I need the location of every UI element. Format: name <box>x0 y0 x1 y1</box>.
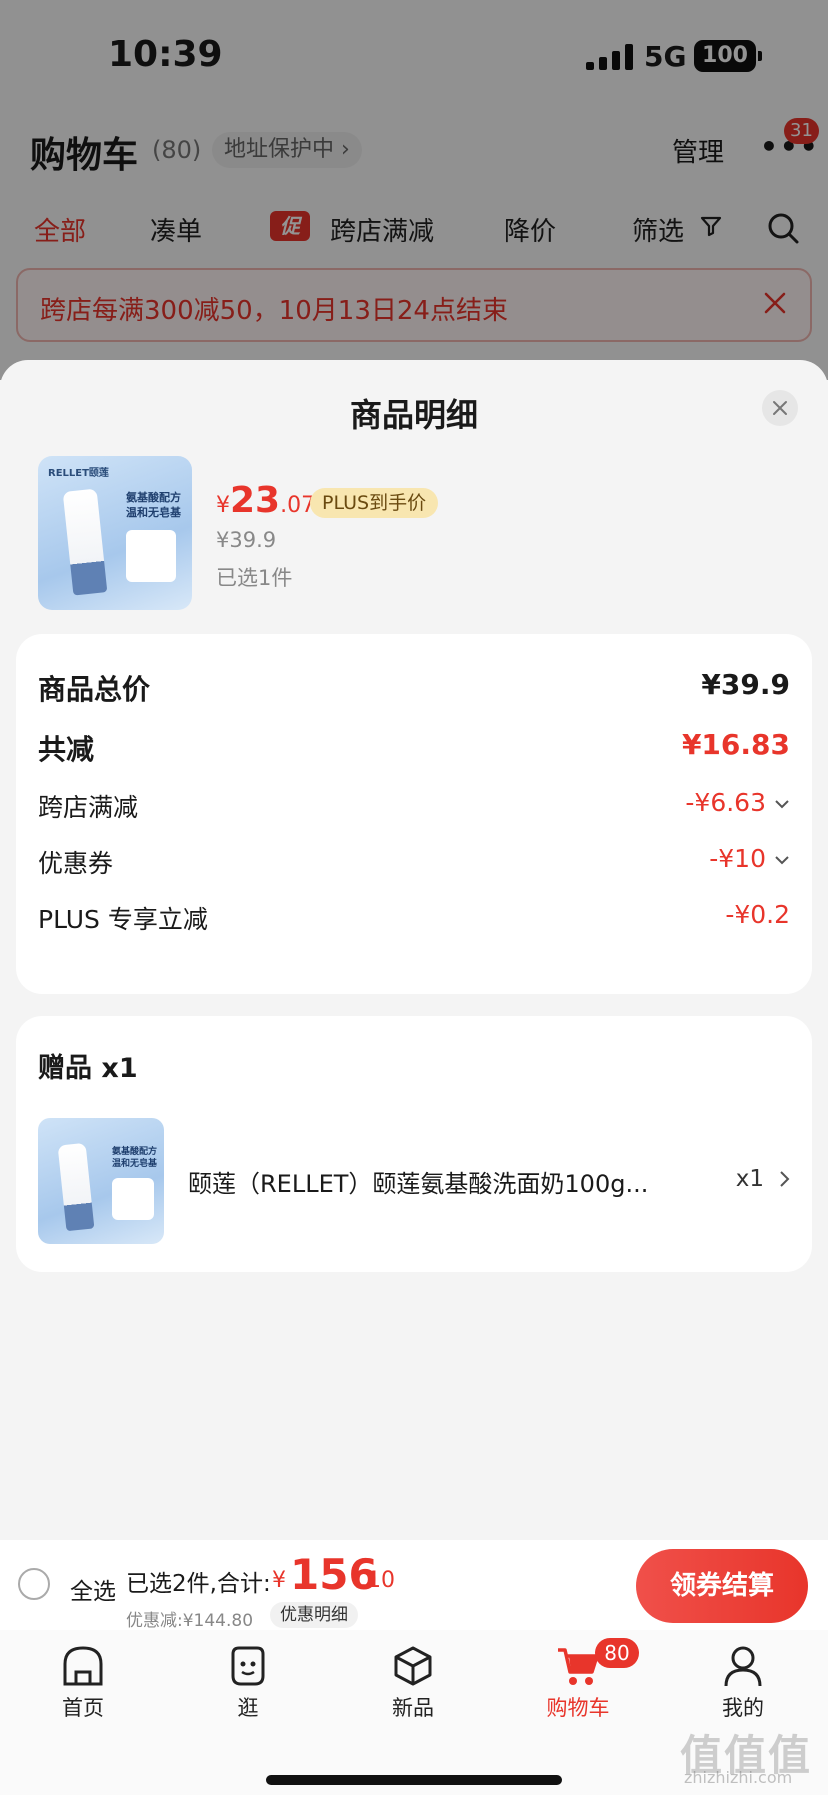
selected-count: 已选1件 <box>216 566 293 590</box>
summary-label: 跨店满减 <box>38 793 139 822</box>
chevron-down-icon <box>775 800 789 809</box>
summary-row-plus: PLUS 专享立减 -¥0.2 <box>38 896 790 936</box>
chevron-down-icon <box>775 856 789 865</box>
tab-label: 首页 <box>62 1696 104 1720</box>
tab-home[interactable]: 首页 <box>28 1644 138 1722</box>
total-symbol: ¥ <box>272 1568 286 1593</box>
product-tube-graphic <box>62 488 108 596</box>
home-icon <box>63 1646 103 1686</box>
tab-label: 逛 <box>237 1696 259 1720</box>
discount-detail-button[interactable]: 优惠明细 <box>270 1602 358 1628</box>
gift-title: 赠品 x1 <box>38 1053 138 1084</box>
summary-value: ¥39.9 <box>701 668 790 701</box>
product-image[interactable]: RELLET颐莲 氨基酸配方 温和无皂基 <box>38 456 192 610</box>
summary-label: PLUS 专享立减 <box>38 905 208 934</box>
price-summary-card: 商品总价 ¥39.9 共减 ¥16.83 跨店满减 -¥6.63 优惠券 -¥1… <box>16 634 812 994</box>
total-decimal: .10 <box>360 1568 395 1593</box>
chevron-right-icon[interactable] <box>778 1170 790 1188</box>
summary-row-total: 商品总价 ¥39.9 <box>38 664 790 706</box>
price-integer: 23 <box>230 480 281 521</box>
sheet-title: 商品明细 <box>349 396 478 434</box>
tab-cart[interactable]: 80 购物车 <box>523 1638 639 1722</box>
cart-count-badge: 80 <box>595 1638 639 1668</box>
gift-image-tag: 氨基酸配方 温和无皂基 <box>112 1147 158 1169</box>
close-icon <box>773 401 787 415</box>
tab-discover[interactable]: 逛 <box>193 1644 303 1722</box>
gift-card: 赠品 x1 氨基酸配方 温和无皂基 颐莲（RELLET）颐莲氨基酸洗面奶100g… <box>16 1016 812 1272</box>
summary-value: ¥16.83 <box>681 728 790 761</box>
profile-icon <box>724 1646 762 1687</box>
plus-price-tag: PLUS到手价 <box>310 488 439 518</box>
selected-summary: 已选2件,合计: <box>126 1571 271 1597</box>
tab-label: 新品 <box>392 1696 434 1720</box>
product-tube-graphic <box>57 1142 95 1232</box>
close-button[interactable] <box>762 390 798 426</box>
home-indicator <box>266 1775 562 1785</box>
gift-name[interactable]: 颐莲（RELLET）颐莲氨基酸洗面奶100g... <box>188 1164 708 1199</box>
summary-label: 优惠券 <box>38 849 114 878</box>
product-image-tag: 氨基酸配方 温和无皂基 <box>126 491 181 519</box>
modal-overlay[interactable] <box>0 0 828 380</box>
tab-new-products[interactable]: 新品 <box>358 1644 468 1722</box>
tab-profile[interactable]: 我的 <box>688 1644 798 1722</box>
product-image-card <box>126 530 176 582</box>
tab-label: 购物车 <box>546 1696 610 1720</box>
watermark-url: zhizhizhi.com <box>684 1768 793 1787</box>
product-price: ¥23.07 <box>216 480 315 521</box>
summary-label: 共减 <box>38 733 95 766</box>
new-products-icon <box>394 1646 432 1686</box>
summary-value: -¥0.2 <box>725 900 790 929</box>
gift-quantity: x1 <box>735 1166 764 1192</box>
summary-value: -¥6.63 <box>685 788 766 817</box>
summary-row-cross-store[interactable]: 跨店满减 -¥6.63 <box>38 784 790 824</box>
checkout-button[interactable]: 领券结算 <box>636 1549 808 1623</box>
summary-value: -¥10 <box>709 844 766 873</box>
discover-icon <box>231 1646 265 1686</box>
product-image-brand: RELLET颐莲 <box>48 468 109 479</box>
tab-label: 我的 <box>722 1696 764 1720</box>
select-all-label[interactable]: 全选 <box>70 1572 116 1606</box>
price-symbol: ¥ <box>216 493 230 518</box>
summary-label: 商品总价 <box>38 673 151 706</box>
product-image-card <box>112 1178 154 1220</box>
gift-image[interactable]: 氨基酸配方 温和无皂基 <box>38 1118 164 1244</box>
summary-row-total-discount: 共减 ¥16.83 <box>38 724 790 766</box>
original-price: ¥39.9 <box>216 528 277 552</box>
select-all-checkbox[interactable] <box>18 1568 50 1600</box>
discount-amount: 优惠减:¥144.80 <box>126 1611 254 1631</box>
summary-row-coupon[interactable]: 优惠券 -¥10 <box>38 840 790 880</box>
checkout-bar: 全选 已选2件,合计: ¥ 156 .10 优惠减:¥144.80 优惠明细 领… <box>0 1540 828 1631</box>
